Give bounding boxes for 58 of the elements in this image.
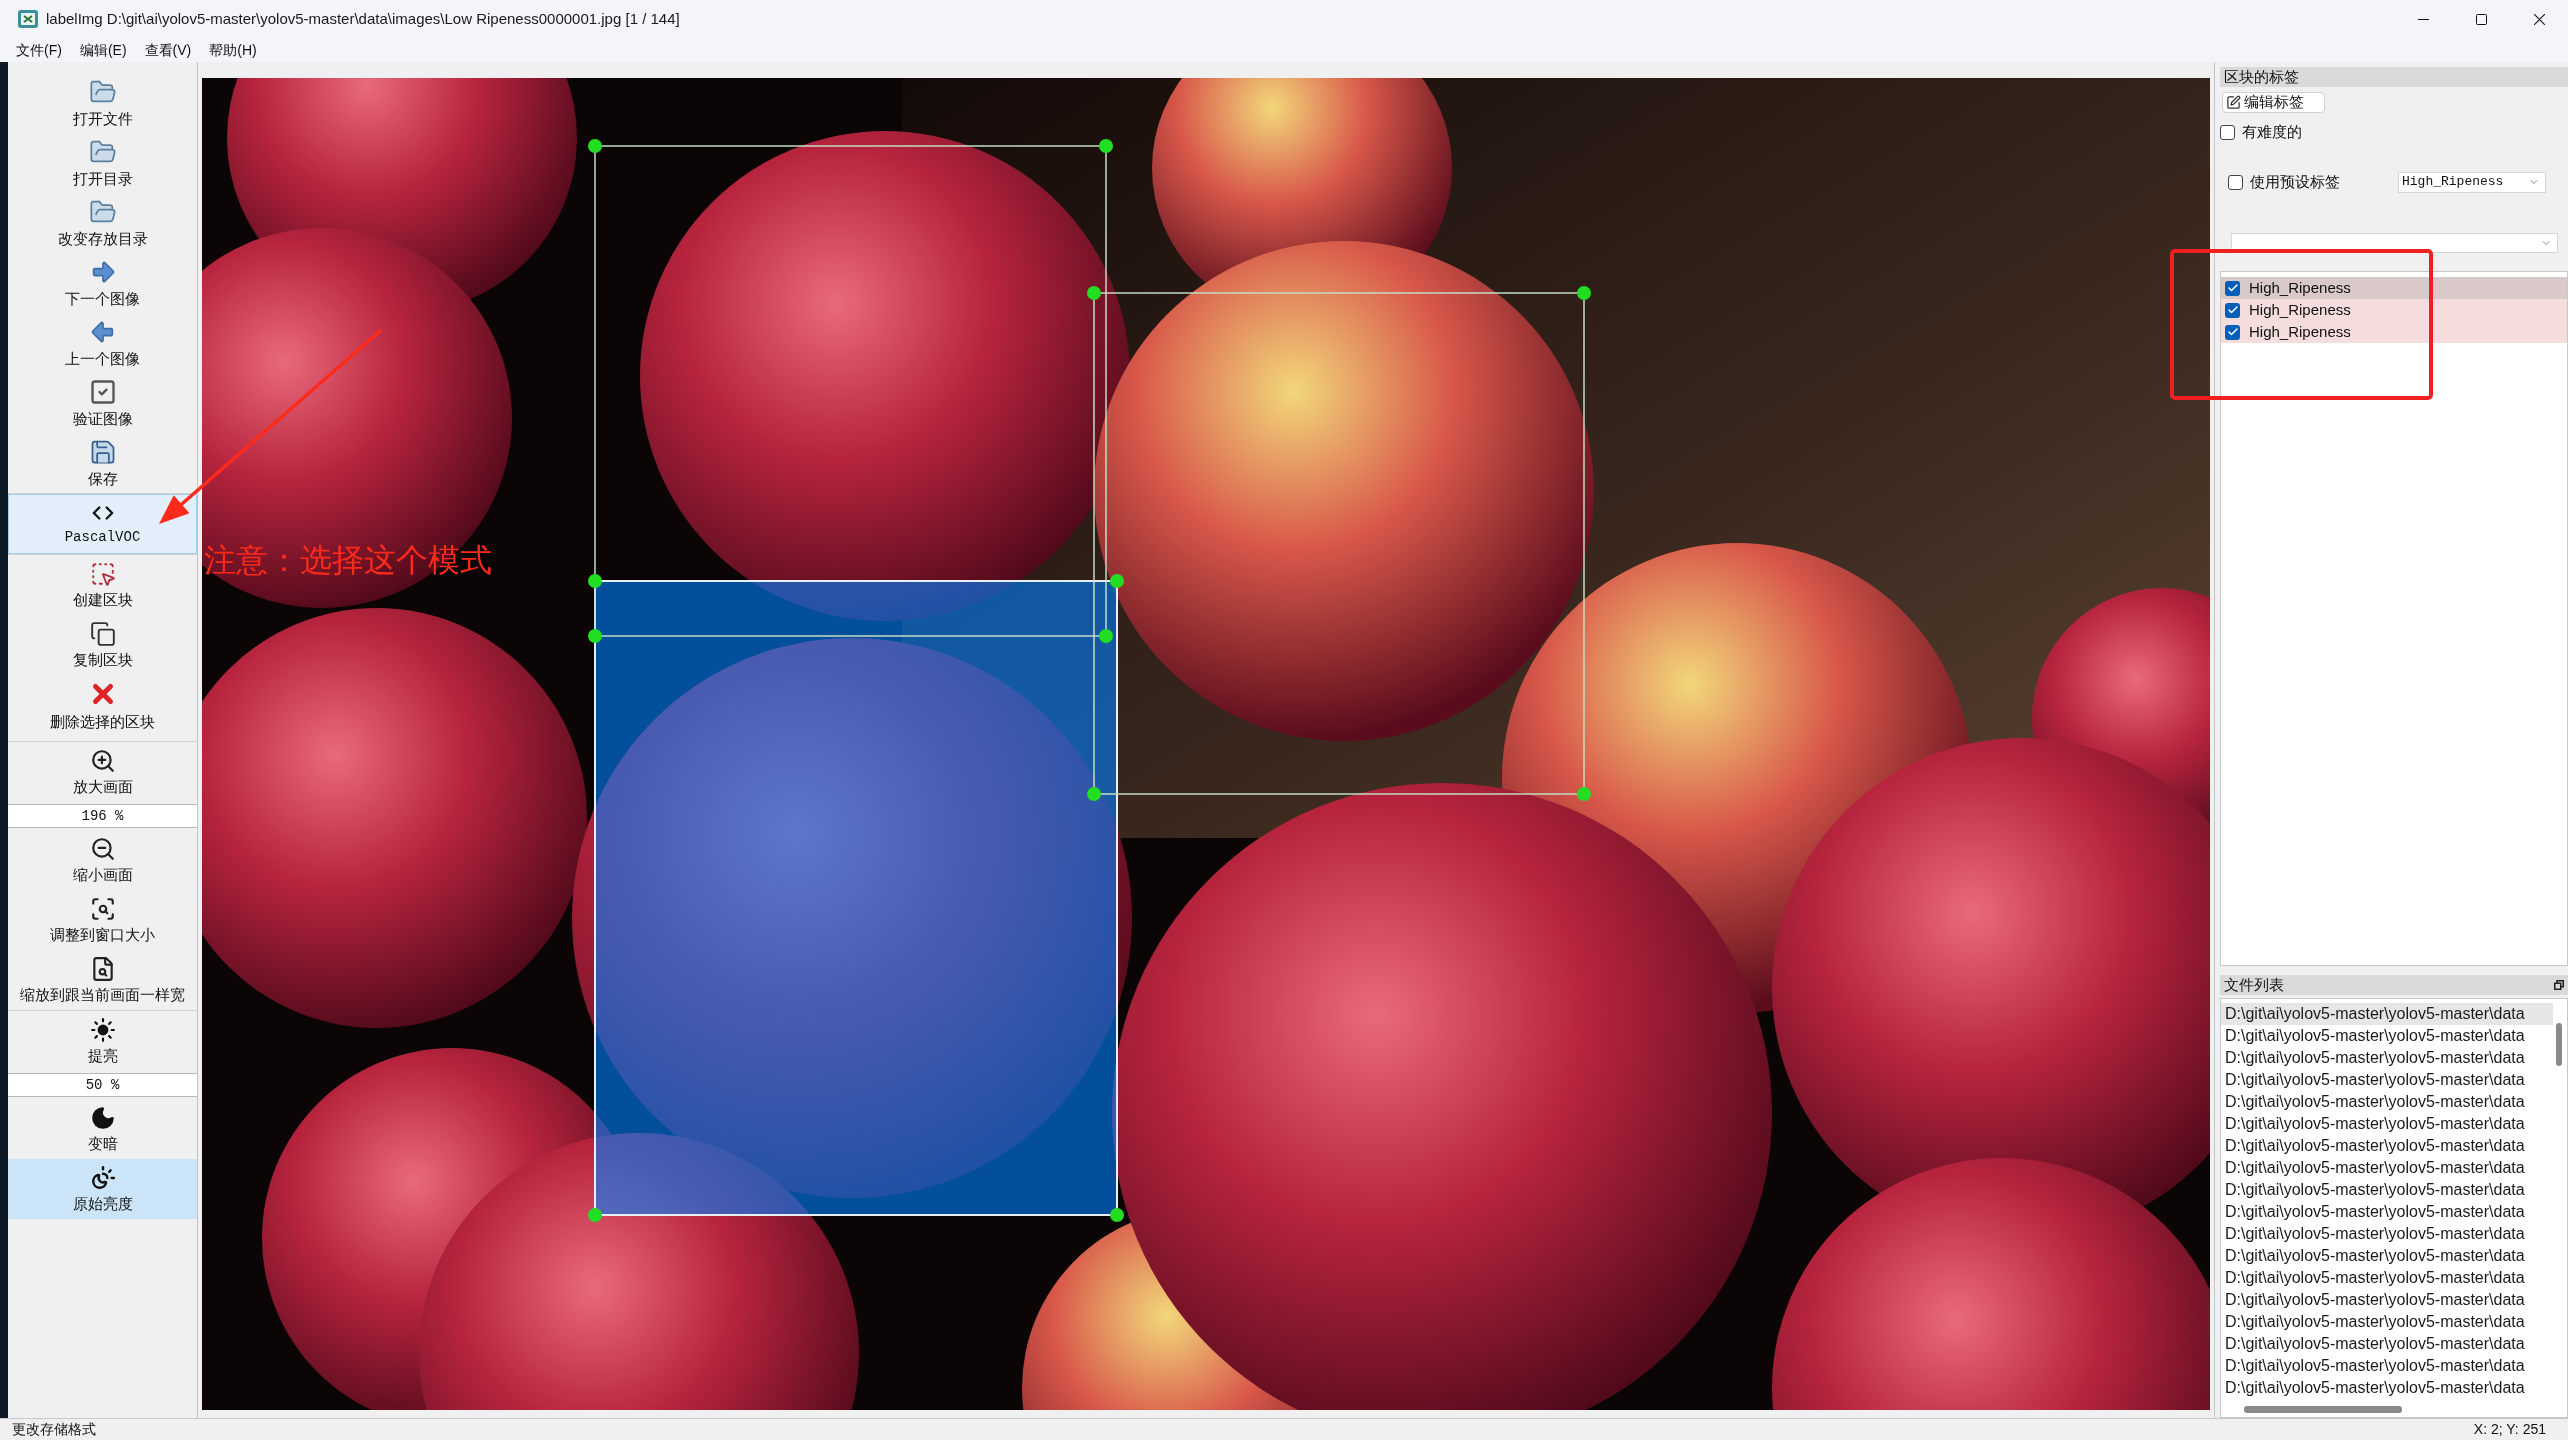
- vertex-handle[interactable]: [1099, 629, 1113, 643]
- annotation-note: 注意：选择这个模式: [204, 542, 492, 578]
- cursor-coordinates: X: 2; Y: 251: [2473, 1420, 2546, 1439]
- minimize-icon: [2417, 18, 2429, 20]
- bounding-box[interactable]: [1093, 292, 1585, 795]
- zoom-in-icon: [89, 748, 116, 774]
- selection-cursor-icon: [89, 561, 116, 587]
- vertex-handle[interactable]: [588, 629, 602, 643]
- moon-icon: [89, 1105, 116, 1131]
- sun-icon: [89, 1017, 116, 1043]
- vertex-handle[interactable]: [1099, 139, 1113, 153]
- checkbox[interactable]: [2225, 324, 2240, 340]
- sun-moon-icon: [89, 1165, 116, 1191]
- vertex-handle[interactable]: [1577, 286, 1591, 300]
- vertex-handle[interactable]: [588, 139, 602, 153]
- checkbox[interactable]: [2220, 125, 2235, 140]
- copy-icon: [89, 621, 116, 647]
- check-square-icon: [88, 378, 117, 406]
- vertex-handle[interactable]: [1087, 286, 1101, 300]
- menu-item[interactable]: 查看(V): [135, 38, 201, 62]
- zoom-out-icon: [89, 836, 116, 862]
- checkbox[interactable]: [2225, 280, 2240, 296]
- vertex-handle[interactable]: [588, 1208, 602, 1222]
- toolbar-button[interactable]: PascalVOC: [8, 494, 197, 554]
- scrollbar-thumb[interactable]: [2556, 1023, 2562, 1066]
- panel-header: 文件列表: [2220, 975, 2568, 995]
- label-list-item[interactable]: High_Ripeness: [2221, 277, 2567, 299]
- file-list-item[interactable]: D:\git\ai\yolov5-master\yolov5-master\data: [2221, 1003, 2553, 1025]
- toolbar-button[interactable]: 原始亮度: [8, 1159, 197, 1219]
- bounding-box[interactable]: [594, 145, 1107, 637]
- vertex-handle[interactable]: [588, 574, 602, 588]
- vertex-handle[interactable]: [1110, 574, 1124, 588]
- vertex-handle[interactable]: [1577, 787, 1591, 801]
- menu-item[interactable]: 编辑(E): [70, 38, 136, 62]
- menu-item[interactable]: 帮助(H): [200, 38, 266, 62]
- checkbox[interactable]: [2228, 174, 2243, 190]
- edit-label-button[interactable]: 编辑标签: [2222, 92, 2325, 113]
- percentage-field[interactable]: 50 %: [8, 1073, 197, 1097]
- checkbox-option[interactable]: 使用预设标签: [2228, 170, 2340, 194]
- status-message: 更改存储格式: [12, 1420, 96, 1439]
- vertex-handle[interactable]: [1110, 1208, 1124, 1222]
- label-dropdown[interactable]: High_Ripeness: [2398, 171, 2546, 193]
- maximize-icon: [2475, 13, 2487, 25]
- percentage-field[interactable]: 196 %: [8, 804, 197, 828]
- panel-header: 区块的标签: [2220, 67, 2568, 87]
- scan-search-icon: [89, 896, 116, 922]
- menu-item[interactable]: 文件(F): [7, 38, 71, 62]
- edit-icon: [2226, 95, 2241, 110]
- overlapping-windows-icon[interactable]: [2554, 980, 2564, 990]
- checkbox[interactable]: [2225, 302, 2240, 318]
- label-list-item[interactable]: High_Ripeness: [2221, 321, 2567, 343]
- checkbox-option[interactable]: 有难度的: [2220, 124, 2302, 141]
- vertex-handle[interactable]: [1087, 787, 1101, 801]
- scrollbar-thumb[interactable]: [2244, 1406, 2402, 1413]
- app-icon: [18, 9, 38, 29]
- label-list-item[interactable]: High_Ripeness: [2221, 299, 2567, 321]
- close-icon: [2533, 13, 2545, 25]
- window-title: labelImg D:\git\ai\yolov5-master\yolov5-master\data\images\Low Ripeness0000001.jpg [1 / 144]: [46, 8, 680, 29]
